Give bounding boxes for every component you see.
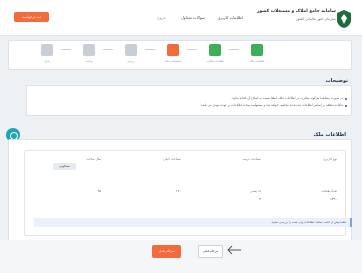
- field-label: نوع کاربری: [323, 157, 337, 161]
- step-4-label: بررسی: [127, 60, 135, 63]
- top-header: سامانه جامع املاک و مستغلات کشور سازمان …: [0, 0, 362, 36]
- nav-faq[interactable]: سوالات متداول: [181, 15, 205, 20]
- field-value: ۹۵: [97, 189, 101, 193]
- footer-bar: [0, 240, 362, 273]
- step-arrow-icon: [229, 49, 239, 51]
- form-notice: لطفا پیش از ادامه، صحت اطلاعات وارد شده …: [34, 218, 352, 227]
- step-2-label: اطلاعات مالکیت: [206, 60, 224, 63]
- next-step-button[interactable]: مرحله بعدی: [152, 245, 181, 258]
- step-arrow-icon: [145, 49, 155, 51]
- step-6-icon: [41, 44, 53, 56]
- prev-step-button[interactable]: مرحله قبلی: [198, 245, 223, 258]
- field-value: ۴: [259, 197, 261, 201]
- field-value: ۱۳۹۰: [330, 197, 337, 201]
- field-value: ۱۲۰: [175, 189, 181, 193]
- step-arrow-icon: [103, 49, 113, 51]
- field-label: سال ساخت: [86, 157, 101, 161]
- step-arrow-icon: [187, 49, 197, 51]
- emblem-logo-icon: [337, 10, 351, 28]
- step-5-label: پرداخت: [84, 60, 94, 63]
- info-card: در صورت مشاهده هرگونه مغایرت در اطلاعات …: [26, 85, 352, 116]
- field-label: مساحت اعیان: [163, 157, 181, 161]
- bullet-icon: [345, 98, 347, 100]
- header-action-button[interactable]: ثبت درخواست: [14, 12, 49, 22]
- step-5-icon: [83, 44, 95, 56]
- stepper-card: اطلاعات ملک اطلاعات مالکیت مشخصات ملک بر…: [8, 40, 352, 70]
- step-arrow-icon: [61, 49, 71, 51]
- info-title: توضیحات: [325, 78, 348, 84]
- app-title: سامانه جامع املاک و مستغلات کشور: [256, 9, 336, 14]
- step-2-icon: [209, 44, 221, 56]
- step-6-label: پایان: [44, 60, 50, 63]
- step-3-label: مشخصات ملک: [164, 60, 182, 63]
- app-subtitle: سازمان امور مالیاتی کشور: [295, 17, 336, 21]
- nav-logout[interactable]: خروج: [157, 15, 166, 20]
- form-title: اطلاعات ملک: [313, 132, 346, 138]
- info-line-2: مالیات متعلقه بر اساس اطلاعات ثبت شده مح…: [199, 103, 343, 107]
- step-1-icon: [251, 44, 263, 56]
- field-label: کد پستی: [250, 189, 261, 193]
- step-4-icon: [125, 44, 137, 56]
- info-line-1: در صورت مشاهده هرگونه مغایرت در اطلاعات …: [231, 96, 343, 100]
- nav-user-info[interactable]: اطلاعات کاربری: [218, 15, 243, 20]
- step-1-label: اطلاعات ملک: [249, 60, 265, 63]
- arrow-left-icon: [227, 245, 241, 255]
- bullet-icon: [345, 105, 347, 107]
- step-3-icon: [167, 44, 179, 56]
- field-label: مساحت عرصه: [242, 157, 261, 161]
- field-label: تعداد طبقات: [321, 189, 337, 193]
- usage-type-chip[interactable]: مسکونی: [53, 163, 76, 170]
